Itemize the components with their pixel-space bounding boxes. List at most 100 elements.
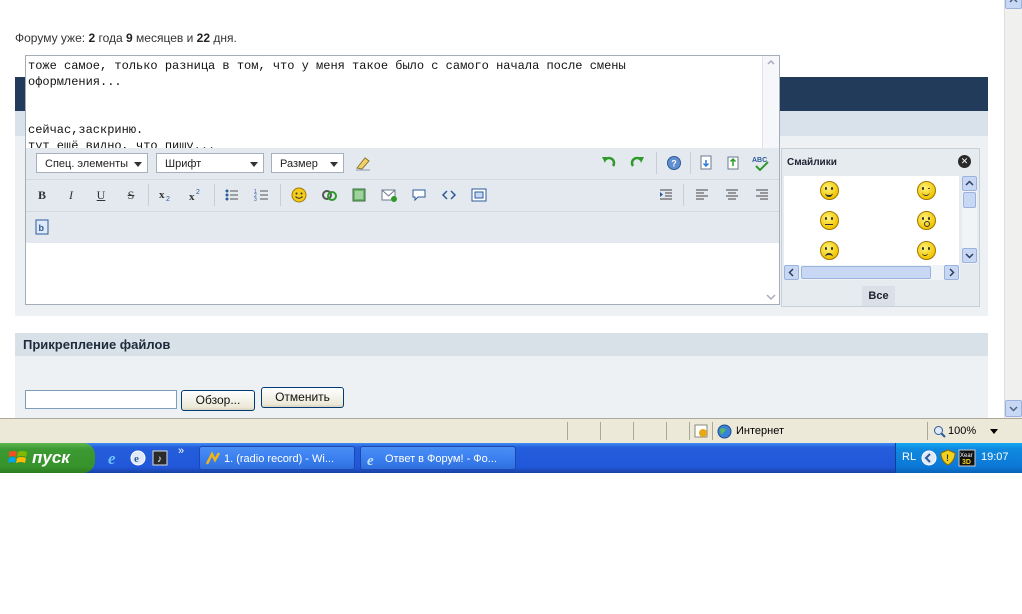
svg-text:!: ! xyxy=(946,453,949,463)
zoom-icon xyxy=(934,426,946,438)
forum-age-line: Форуму уже: 2 года 9 месяцев и 22 дня. xyxy=(15,31,237,45)
code-icon xyxy=(441,190,457,200)
italic-button[interactable]: I xyxy=(61,185,81,205)
scroll-up-button[interactable] xyxy=(962,176,977,191)
start-button[interactable]: пуск xyxy=(0,443,95,473)
special-elements-label: Спец. элементы xyxy=(45,158,129,170)
align-left-button[interactable] xyxy=(692,185,712,205)
numbered-list-button[interactable]: 123 xyxy=(252,185,272,205)
smilies-vertical-scrollbar[interactable] xyxy=(962,176,977,264)
special-elements-dropdown[interactable]: Спец. элементы xyxy=(36,153,148,173)
smiley-wink-icon[interactable] xyxy=(917,181,936,200)
insert-smiley-button[interactable] xyxy=(289,185,309,205)
chevron-down-icon xyxy=(134,162,142,167)
smiley-surprised-icon[interactable] xyxy=(917,211,936,230)
chevron-right-icon xyxy=(949,268,955,277)
message-textarea[interactable]: тоже самое, только разница в том, что у … xyxy=(25,55,780,153)
scroll-down-button[interactable] xyxy=(1005,400,1022,417)
windows-logo-icon xyxy=(8,451,27,463)
zoom-level[interactable]: 100% xyxy=(948,425,976,437)
browser-page: Форуму уже: 2 года 9 месяцев и 22 дня. т… xyxy=(0,0,1004,418)
protected-mode-icon xyxy=(694,424,708,438)
browse-button[interactable]: Обзор... xyxy=(181,390,255,411)
scroll-up-button[interactable] xyxy=(1005,0,1022,9)
xear-3d-icon[interactable]: Xear3D xyxy=(958,449,976,467)
toolbar-separator xyxy=(280,184,281,206)
security-shield-icon[interactable]: ! xyxy=(940,449,956,466)
scroll-thumb[interactable] xyxy=(963,192,976,208)
textarea-scrollbar[interactable] xyxy=(762,56,779,149)
chevron-down-icon xyxy=(250,162,258,167)
scroll-right-button[interactable] xyxy=(944,265,959,280)
indent-icon xyxy=(660,189,672,200)
insert-image-button[interactable] xyxy=(349,185,369,205)
insert-table-button[interactable] xyxy=(469,185,489,205)
page-vertical-scrollbar[interactable] xyxy=(1004,0,1022,418)
all-smilies-button[interactable]: Все xyxy=(862,286,895,306)
import-button[interactable] xyxy=(696,153,716,173)
remove-format-button[interactable] xyxy=(353,153,373,173)
bullet-list-button[interactable] xyxy=(222,185,242,205)
scroll-up-icon[interactable] xyxy=(763,56,779,68)
insert-email-button[interactable] xyxy=(379,185,399,205)
back-arrow-icon[interactable] xyxy=(921,450,937,466)
font-dropdown[interactable]: Шрифт xyxy=(156,153,264,173)
smiley-confused-icon[interactable] xyxy=(917,241,936,260)
bold-button[interactable]: B xyxy=(32,185,52,205)
start-label: пуск xyxy=(32,448,70,467)
chevron-down-icon[interactable] xyxy=(990,429,998,435)
chevron-up-icon xyxy=(1009,0,1018,3)
source-document-icon: b xyxy=(35,219,49,235)
editor-content-area[interactable] xyxy=(25,243,780,305)
superscript-button[interactable]: x2 xyxy=(186,185,206,205)
forum-age-days-word: дня. xyxy=(213,31,237,45)
link-icon xyxy=(322,190,337,201)
internet-explorer-icon[interactable]: e xyxy=(106,449,124,467)
help-button[interactable]: ? xyxy=(664,153,684,173)
insert-quote-button[interactable] xyxy=(409,185,429,205)
file-path-input[interactable] xyxy=(25,390,177,409)
smiley-neutral-icon[interactable] xyxy=(820,211,839,230)
attachments-title: Прикрепление файлов xyxy=(23,337,171,352)
insert-code-button[interactable] xyxy=(439,185,459,205)
align-right-button[interactable] xyxy=(752,185,772,205)
smiley-angry-icon[interactable] xyxy=(820,241,839,260)
chevron-left-icon xyxy=(788,268,794,277)
svg-text:b: b xyxy=(39,223,45,233)
export-button[interactable] xyxy=(723,153,743,173)
undo-button[interactable] xyxy=(598,153,618,173)
align-center-button[interactable] xyxy=(722,185,742,205)
source-mode-button[interactable]: b xyxy=(32,217,52,237)
show-desktop-icon[interactable]: e xyxy=(129,449,147,467)
strikethrough-button[interactable]: S xyxy=(121,185,141,205)
close-icon[interactable]: ✕ xyxy=(958,155,971,168)
size-label: Размер xyxy=(280,158,318,170)
font-label: Шрифт xyxy=(165,158,202,170)
insert-link-button[interactable] xyxy=(319,185,339,205)
language-indicator[interactable]: RL xyxy=(902,451,916,463)
smilies-horizontal-scrollbar[interactable] xyxy=(784,265,960,280)
scroll-down-icon[interactable] xyxy=(766,293,776,301)
spellcheck-button[interactable]: ABC xyxy=(751,153,771,173)
align-center-icon xyxy=(726,189,738,200)
toolbar-row-2: B I U S x2 x2 123 xyxy=(26,180,779,212)
scroll-left-button[interactable] xyxy=(784,265,799,280)
size-dropdown[interactable]: Размер xyxy=(271,153,344,173)
svg-text:e: e xyxy=(134,453,139,465)
taskbar-window-2[interactable]: e Ответ в Форум! - Фо... xyxy=(360,446,516,470)
indent-button[interactable] xyxy=(656,185,676,205)
media-player-icon[interactable]: ♪ xyxy=(151,449,169,467)
help-icon: ? xyxy=(667,156,681,170)
subscript-button[interactable]: x2 xyxy=(156,185,176,205)
forum-age-days-number: 22 xyxy=(196,31,210,45)
redo-button[interactable] xyxy=(628,153,648,173)
subscript-icon: x2 xyxy=(159,189,170,203)
cancel-button[interactable]: Отменить xyxy=(261,387,344,408)
scroll-thumb[interactable] xyxy=(801,266,931,279)
smilies-grid xyxy=(784,176,959,266)
underline-button[interactable]: U xyxy=(91,185,111,205)
scroll-down-button[interactable] xyxy=(962,248,977,263)
quick-launch-expand-icon[interactable]: » xyxy=(178,445,184,457)
smiley-grin-icon[interactable] xyxy=(820,181,839,200)
taskbar-window-1[interactable]: 1. (radio record) - Wi... xyxy=(199,446,355,470)
